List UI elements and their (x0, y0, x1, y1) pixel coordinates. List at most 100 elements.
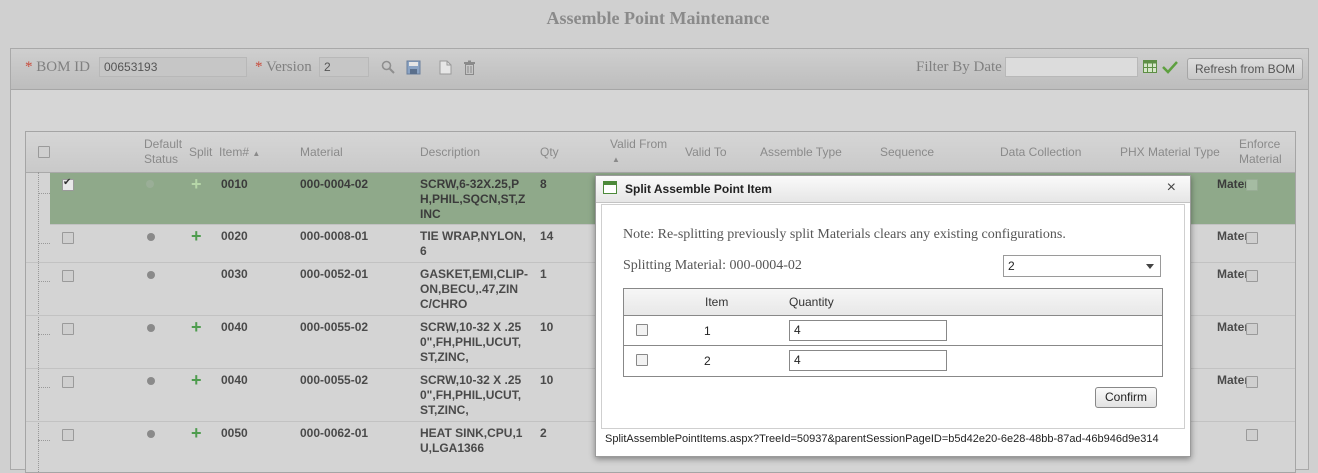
header-item: Item (705, 295, 729, 309)
save-icon[interactable] (405, 60, 421, 76)
material: 000-0052-01 (300, 267, 369, 281)
phx-material-type: Mater (1217, 229, 1250, 243)
trash-icon[interactable] (461, 60, 477, 76)
enforce-material-checkbox[interactable] (1246, 232, 1258, 244)
plus-icon[interactable]: + (191, 318, 202, 336)
dialog-header: Split Assemble Point Item × (596, 176, 1190, 203)
plus-icon[interactable]: + (191, 227, 202, 245)
select-all-checkbox[interactable] (38, 146, 50, 158)
material: 000-0055-02 (300, 373, 369, 387)
split-item-checkbox[interactable] (636, 354, 648, 366)
item-number: 0010 (221, 177, 248, 191)
qty: 8 (540, 177, 547, 191)
header-assemble-type[interactable]: Assemble Type (760, 145, 842, 160)
header-sequence[interactable]: Sequence (880, 145, 934, 160)
description: SCRW,10-32 X .250",FH,PHIL,UCUT,ST,ZINC, (420, 320, 522, 364)
phx-material-type: Mater (1217, 267, 1250, 281)
row-checkbox[interactable] (62, 376, 74, 388)
description: HEAT SINK,CPU,1U,LGA1366 (420, 426, 523, 455)
status-dot-icon (147, 233, 155, 241)
description: TIE WRAP,NYLON,6 (420, 229, 526, 258)
split-item-checkbox[interactable] (636, 324, 648, 336)
bom-id-label-text: BOM ID (36, 59, 91, 75)
item-number: 0030 (221, 267, 248, 281)
header-item[interactable]: Item# ▲ (219, 145, 260, 161)
header-valid-from[interactable]: Valid From (610, 137, 667, 152)
header-phx-material-type[interactable]: PHX Material Type (1120, 145, 1220, 160)
required-mark: * (25, 59, 33, 75)
header-qty[interactable]: Qty (540, 145, 559, 160)
status-dot-icon (147, 377, 155, 385)
split-items-table: Item Quantity 1 4 2 4 (623, 288, 1163, 377)
phx-material-type: Mater (1217, 320, 1250, 334)
split-count-select[interactable]: 2 (1003, 255, 1161, 277)
qty: 10 (540, 373, 554, 387)
refresh-from-bom-button[interactable]: Refresh from BOM (1187, 58, 1304, 80)
status-dot-icon (147, 430, 155, 438)
enforce-material-checkbox[interactable] (1246, 376, 1258, 388)
enforce-material-checkbox[interactable] (1246, 429, 1258, 441)
toolbar: * BOM ID 00653193 * Version 2 Filter By … (11, 49, 1308, 90)
header-description[interactable]: Description (420, 145, 480, 160)
split-item-quantity-input[interactable]: 4 (789, 350, 947, 371)
split-item-row: 2 4 (624, 346, 1162, 375)
header-material[interactable]: Material (300, 145, 343, 160)
plus-icon[interactable]: + (191, 371, 202, 389)
tree-branch (38, 281, 50, 282)
row-checkbox[interactable] (62, 270, 74, 282)
item-number: 0040 (221, 373, 248, 387)
item-number: 0040 (221, 320, 248, 334)
row-checkbox[interactable]: ✔ (62, 177, 74, 191)
header-split[interactable]: Split (189, 145, 212, 160)
split-item-quantity-input[interactable]: 4 (789, 320, 947, 341)
required-mark: * (255, 59, 263, 75)
enforce-material-checkbox[interactable] (1246, 323, 1258, 335)
status-dot-icon (147, 324, 155, 332)
description: GASKET,EMI,CLIP-ON,BECU,.47,ZINC/CHRO (420, 267, 529, 311)
grid-header: Default Status Split Item# ▲ Material De… (26, 132, 1295, 173)
splitting-material-label: Splitting Material: (623, 258, 727, 273)
header-default-status[interactable]: Default Status (144, 137, 188, 167)
close-icon[interactable]: × (1167, 179, 1176, 197)
row-checkbox[interactable] (62, 232, 74, 244)
split-items-header: Item Quantity (624, 289, 1162, 316)
calendar-icon[interactable] (1142, 60, 1158, 76)
tree-branch (38, 193, 50, 194)
split-item-number: 1 (704, 324, 711, 338)
phx-material-type: Mater (1217, 373, 1250, 387)
tree-branch (38, 243, 50, 244)
tree-branch (38, 334, 50, 335)
checkmark-icon[interactable] (1162, 60, 1178, 76)
header-quantity: Quantity (789, 295, 834, 309)
dialog-title: Split Assemble Point Item (625, 182, 772, 196)
version-input[interactable]: 2 (319, 57, 369, 77)
filter-date-input[interactable] (1005, 57, 1138, 77)
bom-id-input[interactable]: 00653193 (99, 57, 247, 77)
search-icon[interactable] (380, 60, 396, 76)
material: 000-0055-02 (300, 320, 369, 334)
header-valid-to[interactable]: Valid To (685, 145, 727, 160)
split-item-row: 1 4 (624, 316, 1162, 346)
dialog-window-icon (603, 181, 617, 194)
page-title: Assemble Point Maintenance (546, 8, 770, 28)
confirm-button[interactable]: Confirm (1095, 387, 1158, 408)
version-label-text: Version (265, 59, 312, 75)
qty: 14 (540, 229, 554, 243)
split-assemble-point-dialog: Split Assemble Point Item × Note: Re-spl… (595, 175, 1191, 457)
status-dot-icon (147, 271, 155, 279)
bom-id-label: * BOM ID (25, 59, 90, 76)
new-document-icon[interactable] (437, 60, 453, 76)
header-enforce-material[interactable]: Enforce Material (1239, 137, 1289, 167)
row-checkbox[interactable] (62, 429, 74, 441)
enforce-material-checkbox[interactable] (1246, 270, 1258, 282)
material: 000-0004-02 (300, 177, 369, 191)
sort-ascending-icon: ▲ (252, 149, 261, 158)
split-count-value: 2 (1008, 259, 1015, 273)
header-data-collection[interactable]: Data Collection (1000, 145, 1081, 160)
material: 000-0062-01 (300, 426, 369, 440)
plus-icon[interactable]: + (191, 424, 202, 442)
status-dot-icon (146, 180, 154, 188)
row-checkbox[interactable] (62, 323, 74, 335)
enforce-material-checkbox[interactable] (1246, 179, 1258, 191)
plus-icon[interactable]: + (191, 175, 202, 193)
